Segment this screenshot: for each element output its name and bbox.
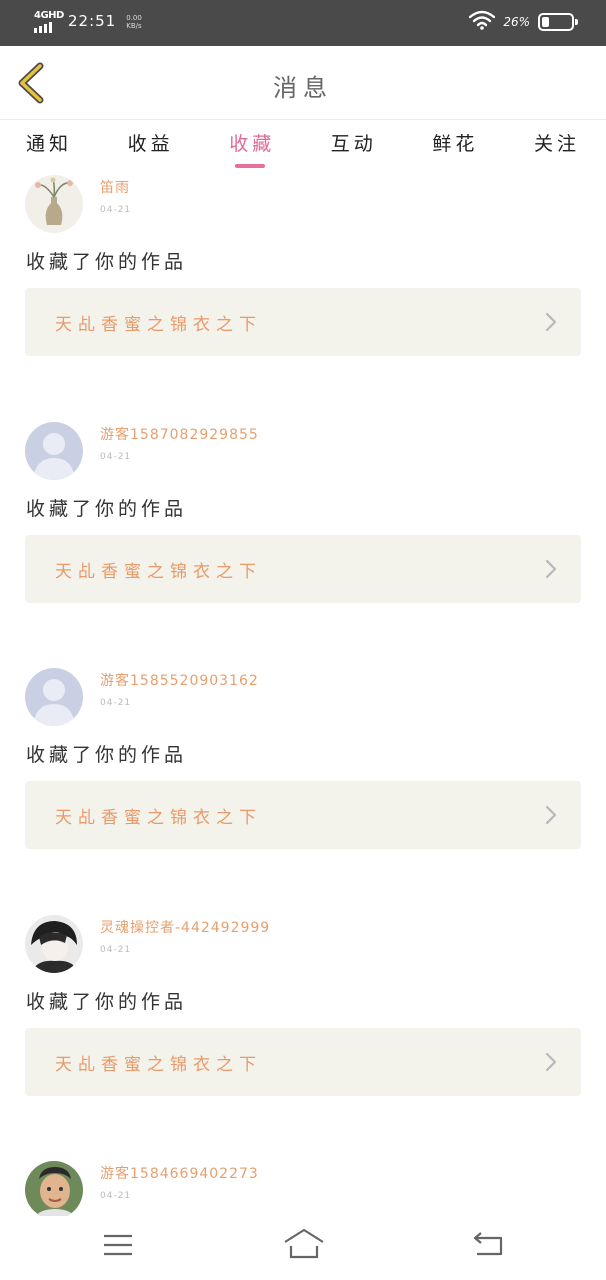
username[interactable]: 灵魂操控者-442492999 <box>100 917 270 937</box>
default-avatar[interactable] <box>25 421 83 480</box>
action-text: 收藏了你的作品 <box>26 251 188 273</box>
status-bar: 4GHD 22:51 0.00 KB/s 26% <box>0 0 606 46</box>
list-item[interactable]: 游客1587082929855 04-21 收藏了你的作品天乩香蜜之锦衣之下 <box>0 371 606 603</box>
work-title: 天乩香蜜之锦衣之下 <box>55 315 262 335</box>
battery-percent: 26% <box>503 15 530 29</box>
timestamp: 04-21 <box>100 944 132 955</box>
tab-2[interactable]: 收藏 <box>229 121 275 171</box>
network-speed-unit: KB/s <box>126 22 142 30</box>
tab-label: 鲜花 <box>432 133 479 155</box>
tab-0[interactable]: 通知 <box>26 121 72 171</box>
active-tab-indicator <box>235 164 266 168</box>
battery-icon <box>538 13 578 31</box>
chevron-right-icon <box>545 1052 557 1076</box>
home-icon[interactable] <box>283 1228 325 1264</box>
tab-label: 关注 <box>533 133 580 155</box>
work-title: 天乩香蜜之锦衣之下 <box>55 808 262 828</box>
tab-bar: 通知 收益 收藏 互动 鲜花 关注 <box>0 121 606 171</box>
network-speed: 0.00 KB/s <box>126 14 142 30</box>
action-text: 收藏了你的作品 <box>26 497 188 520</box>
work-card[interactable]: 天乩香蜜之锦衣之下 <box>25 781 581 849</box>
tab-label: 收益 <box>127 133 174 155</box>
clock: 22:51 <box>68 12 117 30</box>
work-card[interactable]: 天乩香蜜之锦衣之下 <box>25 534 581 603</box>
action-text: 收藏了你的作品 <box>26 744 188 766</box>
message-list[interactable]: 笛雨 04-21 收藏了你的作品 天乩香蜜之锦衣之下 游客1587082929855 04… <box>0 171 606 1216</box>
username[interactable]: 游客1587082929855 <box>100 424 259 444</box>
network-type: 4GHD <box>34 10 64 21</box>
tab-1[interactable]: 收益 <box>128 121 174 171</box>
tab-4[interactable]: 鲜花 <box>432 121 478 171</box>
username[interactable]: 游客1585520903162 <box>100 670 259 690</box>
child-photo-avatar[interactable] <box>25 1161 83 1216</box>
signal-icon: 4GHD <box>32 8 64 34</box>
timestamp: 04-21 <box>100 1191 132 1201</box>
work-title: 天乩香蜜之锦衣之下 <box>55 561 262 582</box>
username[interactable]: 游客1584669402273 <box>100 1163 259 1183</box>
menu-icon[interactable] <box>102 1232 134 1262</box>
chevron-right-icon <box>545 559 557 583</box>
work-title: 天乩香蜜之锦衣之下 <box>55 1054 262 1075</box>
tab-label: 通知 <box>26 133 73 155</box>
action-text: 收藏了你的作品 <box>26 990 188 1013</box>
system-nav-bar <box>0 1216 606 1280</box>
list-item[interactable]: 游客1585520903162 04-21 收藏了你的作品天乩香蜜之锦衣之下 <box>0 618 606 849</box>
list-item[interactable]: 笛雨 04-21 收藏了你的作品天乩香蜜之锦衣之下 <box>0 171 606 356</box>
tab-label: 互动 <box>330 133 377 155</box>
timestamp: 04-21 <box>100 205 132 215</box>
tab-5[interactable]: 关注 <box>534 121 580 171</box>
work-card[interactable]: 天乩香蜜之锦衣之下 <box>25 1027 581 1096</box>
username[interactable]: 笛雨 <box>100 177 130 197</box>
wifi-icon <box>469 10 496 34</box>
vase-avatar[interactable] <box>25 175 83 233</box>
timestamp: 04-21 <box>100 698 132 708</box>
tab-3[interactable]: 互动 <box>331 121 377 171</box>
tab-label: 收藏 <box>229 133 276 155</box>
list-item[interactable]: 游客1584669402273 04-21 <box>0 1111 606 1216</box>
default-avatar[interactable] <box>25 668 83 726</box>
back-icon[interactable] <box>471 1230 505 1262</box>
page-title: 消息 <box>273 74 333 102</box>
timestamp: 04-21 <box>100 451 132 462</box>
network-speed-value: 0.00 <box>126 14 142 22</box>
header: 消息 <box>0 46 606 120</box>
work-card[interactable]: 天乩香蜜之锦衣之下 <box>25 288 581 356</box>
chevron-right-icon <box>545 805 557 829</box>
list-item[interactable]: 灵魂操控者-442492999 04-21 收藏了你的作品天乩香蜜之锦衣之下 <box>0 864 606 1096</box>
chevron-right-icon <box>545 312 557 336</box>
anime-avatar[interactable] <box>25 914 83 973</box>
